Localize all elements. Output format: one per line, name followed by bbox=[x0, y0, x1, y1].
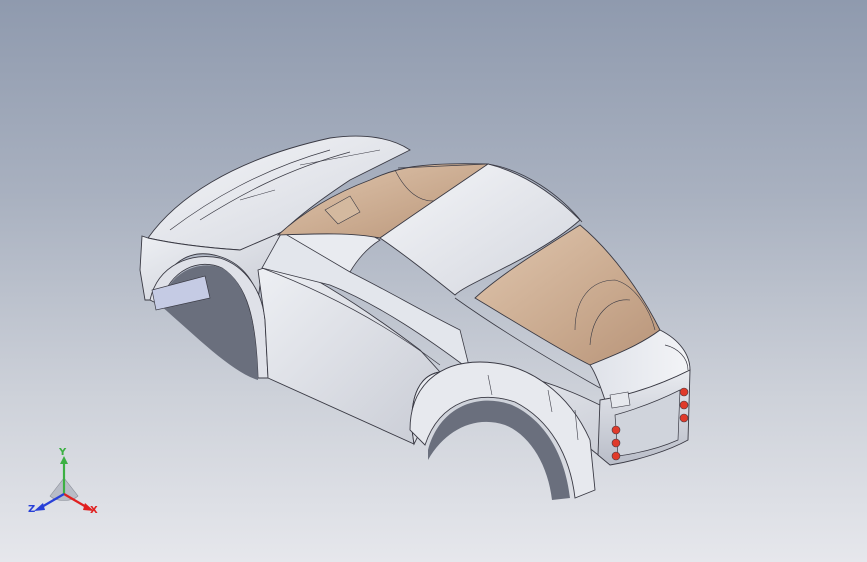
tail-light bbox=[679, 387, 689, 397]
view-orientation-triad: Y Z X bbox=[22, 448, 106, 524]
z-axis-label: Z bbox=[28, 504, 36, 515]
y-axis-label: Y bbox=[59, 447, 67, 458]
tail-light bbox=[679, 413, 689, 423]
car-body-model[interactable] bbox=[0, 0, 867, 562]
z-axis-arrow bbox=[34, 503, 45, 511]
x-axis-label: X bbox=[90, 505, 98, 516]
tail-light bbox=[611, 425, 621, 435]
graphics-viewport[interactable]: Y Z X bbox=[0, 0, 867, 562]
tail-light bbox=[611, 438, 621, 448]
tail-light bbox=[611, 451, 621, 461]
tail-light bbox=[679, 400, 689, 410]
